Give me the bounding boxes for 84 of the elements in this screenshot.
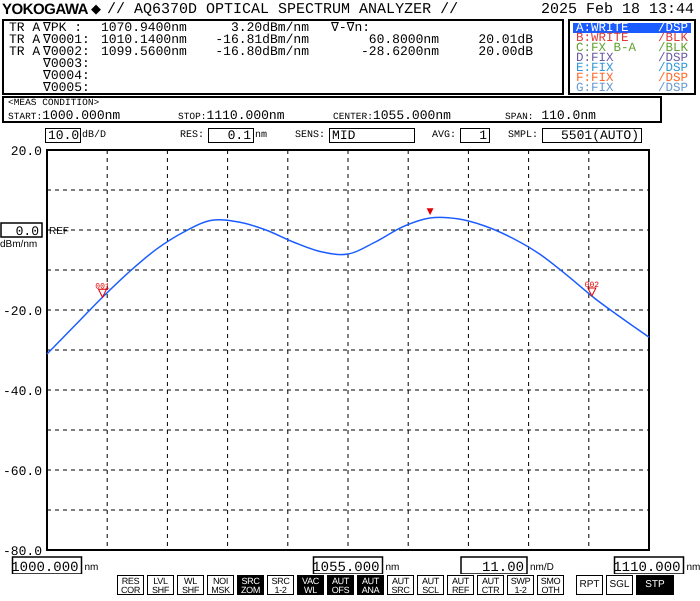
section-title: <MEAS CONDITION> <box>8 98 100 108</box>
trace-item[interactable]: B:WRITE /BLK <box>573 33 691 43</box>
soft-key[interactable]: AUT SCL <box>417 575 444 595</box>
y-tick-label: -20.0 <box>2 304 42 319</box>
unit-label: nm <box>84 562 98 573</box>
x-tick-label: 1055.000 <box>312 560 380 576</box>
marker-wavelength: 1070.9400nm <box>101 22 188 34</box>
ref-level-field[interactable]: 0.0 <box>0 222 43 239</box>
x-scale-field[interactable]: 1055.000 <box>312 556 384 574</box>
soft-key[interactable]: RES COR <box>117 575 144 595</box>
setting-label: RES: <box>180 130 204 141</box>
soft-key[interactable]: AUT CTR <box>477 575 504 595</box>
annotation: 002 <box>584 280 600 290</box>
trace-item[interactable]: D:FIX /DSP <box>573 53 691 63</box>
setting-field[interactable]: MID <box>329 128 416 143</box>
setting-label: SENS: <box>295 130 326 141</box>
instrument-title: // AQ6370D OPTICAL SPECTRUM ANALYZER // <box>107 1 460 18</box>
sweep-key[interactable]: RPT <box>576 575 603 595</box>
soft-key[interactable]: LVL SHF <box>147 575 174 595</box>
delta-wavelength: 60.8000nm <box>368 34 439 46</box>
y-tick-label: -40.0 <box>2 384 42 399</box>
setting-label: AVG: <box>432 130 456 141</box>
unit-label: nm <box>386 562 400 573</box>
delta-wavelength: -28.6200nm <box>360 46 439 58</box>
x-tick-label: 1110.000 <box>613 560 680 576</box>
marker-name: ∇0002: <box>43 46 91 58</box>
soft-key[interactable]: AUT REF <box>447 575 474 595</box>
soft-key[interactable]: AUT SRC <box>387 575 414 595</box>
brand-logo: YOKOGAWA <box>2 1 88 18</box>
unit-label: nm <box>686 562 700 573</box>
marker-power: 3.20dBm/nm <box>230 22 309 34</box>
delta-header: ∇-∇n: <box>330 22 370 34</box>
marker-name: ∇PK : <box>43 22 82 34</box>
unit-label: dB/D <box>82 130 106 141</box>
soft-key[interactable]: VAC WL <box>297 575 324 595</box>
marker-power: -16.80dBm/nm <box>214 46 309 58</box>
soft-key[interactable]: SRC 1-2 <box>267 575 294 595</box>
setting-field[interactable]: 0.1 <box>208 128 254 143</box>
y-tick-label: -60.0 <box>2 464 42 479</box>
x-scale-field[interactable]: 1110.000 <box>613 556 684 574</box>
unit-label: nm/D <box>530 562 554 573</box>
marker-flag: 002 <box>584 281 600 298</box>
sweep-key[interactable]: SGL <box>606 575 633 595</box>
setting-field[interactable]: 1 <box>460 128 490 143</box>
soft-key[interactable]: SMO OTH <box>537 575 564 595</box>
marker-flag: 001 <box>95 282 110 298</box>
condition-value: STOP:1110.000nm <box>178 109 285 123</box>
marker-name: ∇0003: <box>43 58 91 70</box>
x-scale-field[interactable]: 1000.000 <box>11 556 82 574</box>
marker-name: ∇0005: <box>43 82 91 94</box>
soft-key[interactable]: AUT ANA <box>357 575 384 595</box>
date-time: 2025 Feb 18 13:44 <box>540 1 694 18</box>
diamond-icon: ◆ <box>91 3 102 16</box>
marker-name: ∇0004: <box>43 70 91 82</box>
peak-marker-icon: ▼ <box>426 207 434 217</box>
marker-wavelength: 1099.5600nm <box>101 46 188 58</box>
setting-field[interactable]: 5501(AUTO) <box>542 128 642 143</box>
trace-label: TR A <box>9 22 42 34</box>
x-tick-label: 1000.000 <box>11 560 78 576</box>
setting-field[interactable]: 10.0 <box>45 128 81 143</box>
setting-label: SMPL: <box>508 130 538 141</box>
condition-value: START:1000.000nm <box>8 109 120 123</box>
marker-wavelength: 1010.1400nm <box>101 34 188 46</box>
delta-level: 20.01dB <box>477 34 533 46</box>
trace-label: TR A <box>9 34 42 46</box>
delta-level: 20.00dB <box>477 46 533 58</box>
condition-value: SPAN: 110.0nm <box>505 109 596 123</box>
soft-key[interactable]: SRC ZOM <box>237 575 264 595</box>
trace-item[interactable]: A:WRITE /DSP <box>573 23 691 33</box>
sweep-key[interactable]: STP <box>636 575 674 595</box>
soft-key[interactable]: AUT OFS <box>327 575 354 595</box>
unit-label: nm <box>255 130 268 141</box>
span-per-division-field[interactable]: 11.00 <box>460 556 528 574</box>
condition-value: CENTER:1055.000nm <box>333 109 451 123</box>
trace-label: TR A <box>9 46 42 58</box>
soft-key[interactable]: SWP 1-2 <box>507 575 534 595</box>
marker-name: ∇0001: <box>43 34 91 46</box>
unit-label: dBm/nm <box>0 239 38 250</box>
y-tick-label: -80.0 <box>2 544 42 559</box>
marker-power: -16.81dBm/nm <box>214 34 309 46</box>
soft-key[interactable]: WL SHF <box>177 575 204 595</box>
y-tick-label: 20.0 <box>10 144 42 159</box>
soft-key[interactable]: NOI MSK <box>207 575 234 595</box>
annotation: 001 <box>95 282 110 292</box>
